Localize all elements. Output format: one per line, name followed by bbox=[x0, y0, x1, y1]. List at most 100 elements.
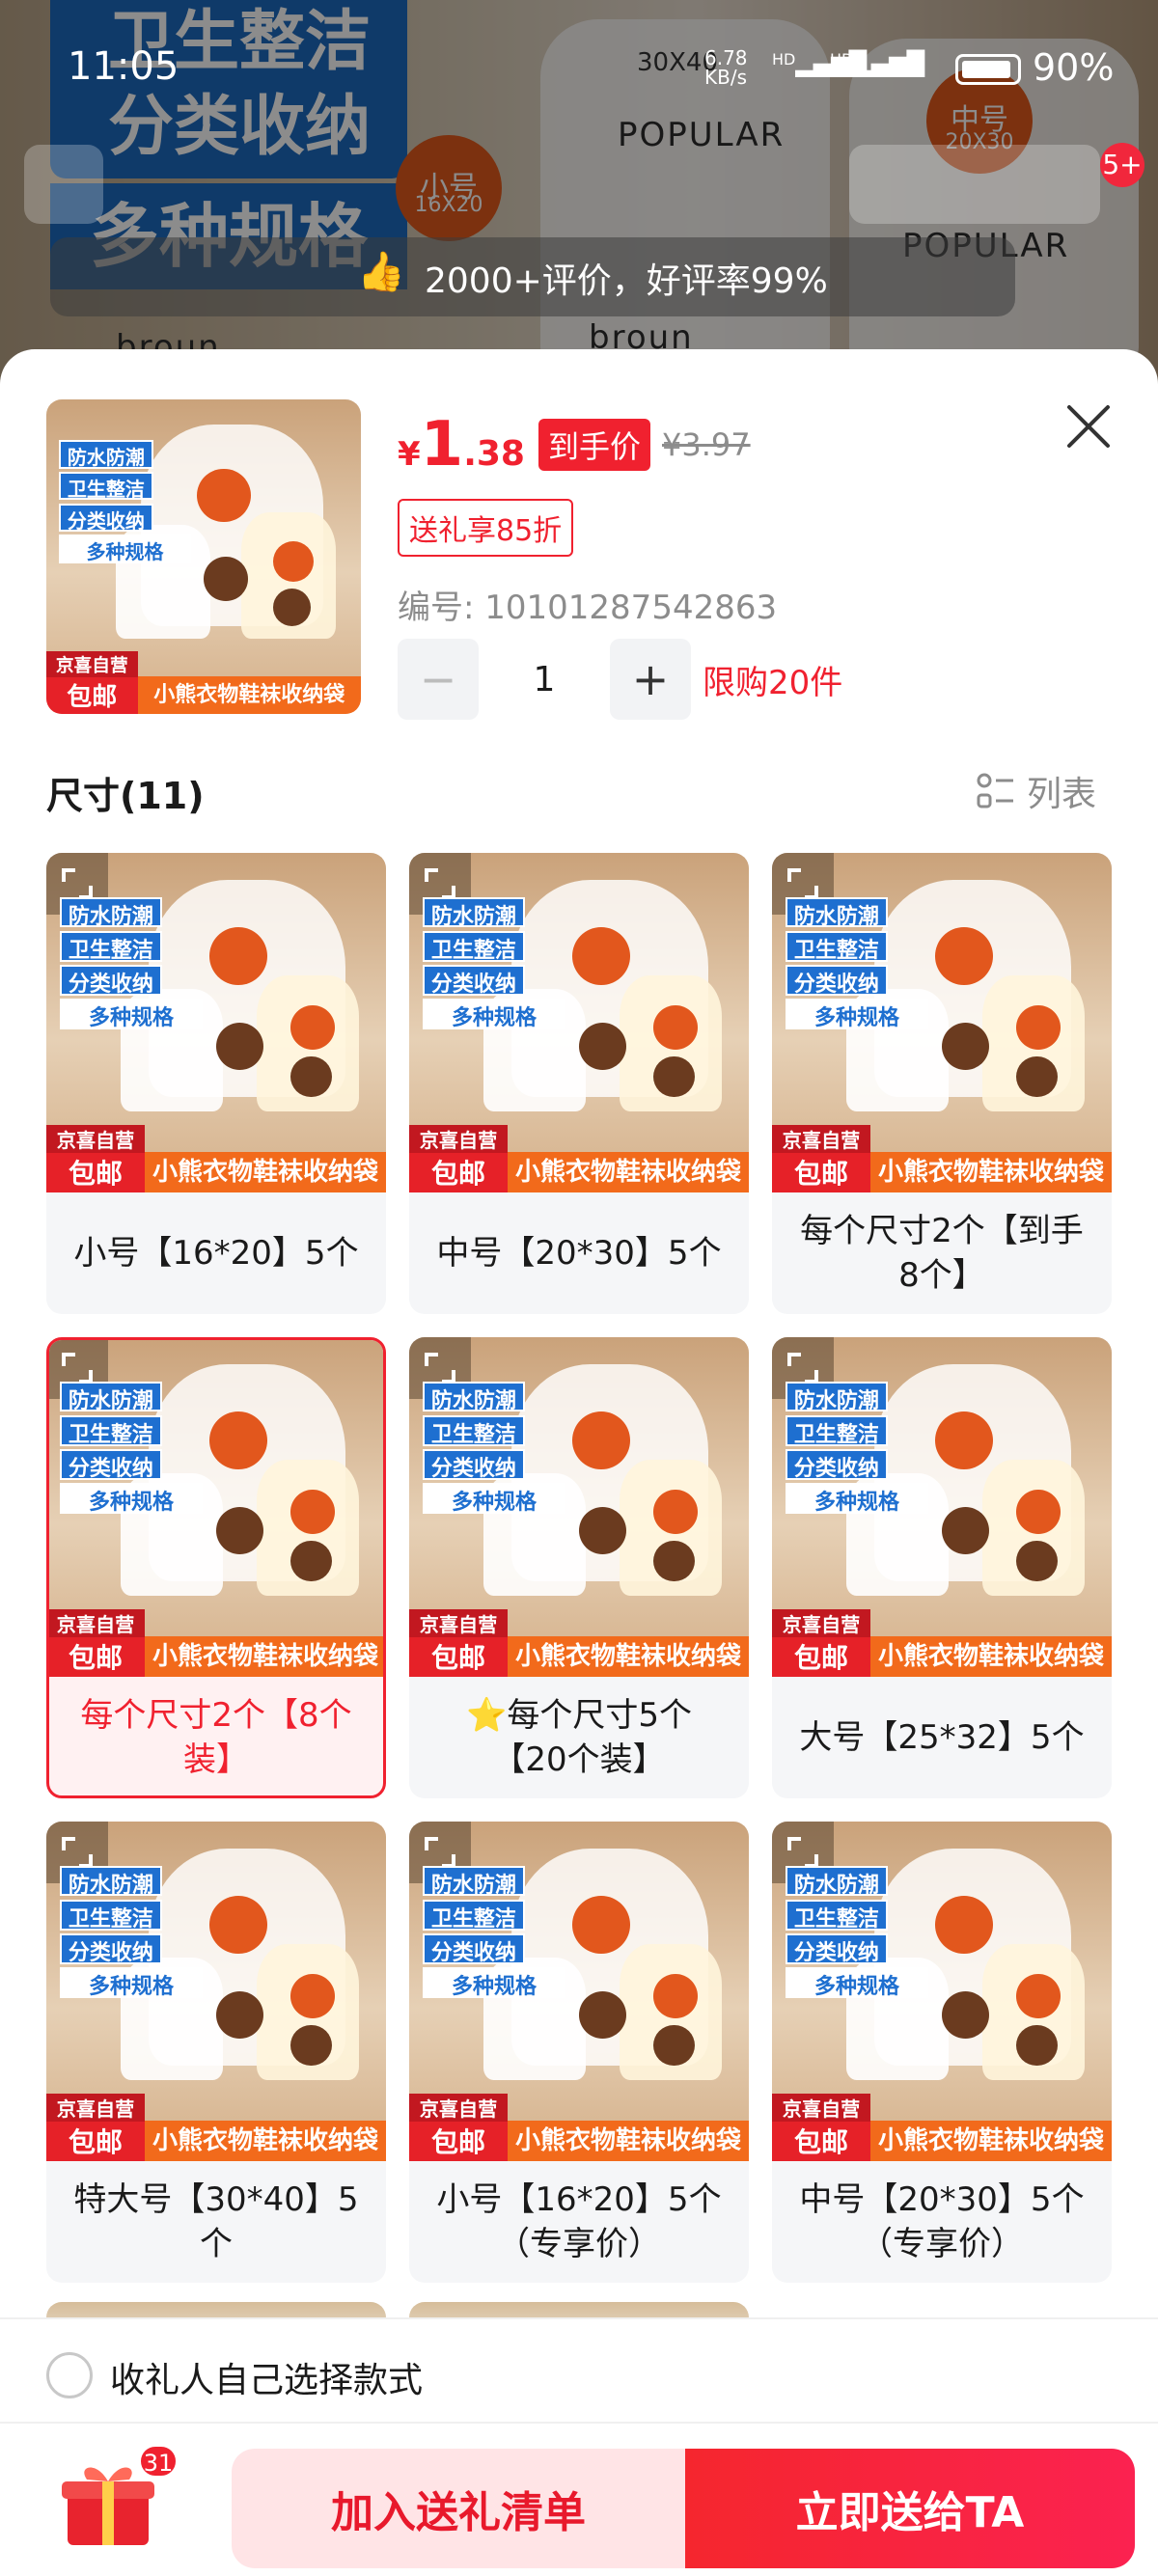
spec-option-image: 防水防潮 卫生整洁 分类收纳 多种规格 京喜自营 包邮 小熊衣物鞋袜收纳袋 bbox=[772, 1337, 1112, 1677]
spec-option-image: 防水防潮 卫生整洁 分类收纳 多种规格 京喜自营 包邮 小熊衣物鞋袜收纳袋 bbox=[46, 1822, 386, 2161]
size-badge bbox=[571, 927, 630, 986]
product-art: 防水防潮 卫生整洁 分类收纳 多种规格 京喜自营 包邮 小熊衣物鞋袜收纳袋 bbox=[49, 1340, 383, 1677]
tag-sizes: 多种规格 bbox=[423, 1967, 565, 1999]
product-thumbnail[interactable]: 防水防潮 卫生整洁 分类收纳 多种规格 京喜自营 包邮 小熊衣物鞋袜收纳袋 bbox=[46, 399, 361, 714]
tag-hygiene: 卫生整洁 bbox=[423, 1899, 525, 1932]
free-shipping-label: 包邮 bbox=[431, 1641, 486, 1674]
jd-label: 京喜自营 bbox=[46, 1124, 146, 1153]
tag-hygiene: 卫生整洁 bbox=[60, 1899, 162, 1932]
size-badge bbox=[934, 1896, 993, 1955]
currency-symbol: ¥ bbox=[398, 435, 421, 474]
spec-option-image: 防水防潮 卫生整洁 分类收纳 多种规格 京喜自营 包邮 小熊衣物鞋袜收纳袋 bbox=[49, 1340, 383, 1677]
free-shipping-label: 包邮 bbox=[67, 682, 118, 712]
tag-storage: 分类收纳 bbox=[60, 1933, 162, 1965]
product-art: 防水防潮 卫生整洁 分类收纳 多种规格 京喜自营 包邮 小熊衣物鞋袜收纳袋 bbox=[409, 1822, 749, 2161]
tag-hygiene: 卫生整洁 bbox=[60, 930, 162, 963]
spec-option-image: 防水防潮 卫生整洁 分类收纳 多种规格 京喜自营 包邮 小熊衣物鞋袜收纳袋 bbox=[772, 1822, 1112, 2161]
spec-option-card[interactable]: 防水防潮 卫生整洁 分类收纳 多种规格 京喜自营 包邮 小熊衣物鞋袜收纳袋 ⭐每个… bbox=[409, 1337, 749, 1798]
back-button bbox=[24, 145, 103, 224]
spec-option-image: 防水防潮 卫生整洁 分类收纳 多种规格 京喜自营 包邮 小熊衣物鞋袜收纳袋 bbox=[409, 1822, 749, 2161]
bear-icon bbox=[653, 1541, 695, 1582]
free-shipping-label: 包邮 bbox=[794, 2125, 849, 2158]
product-banner: 小熊衣物鞋袜收纳袋 bbox=[870, 1151, 1112, 1192]
spec-option-card[interactable]: 防水防潮 卫生整洁 分类收纳 多种规格 京喜自营 包邮 小熊衣物鞋袜收纳袋 小号【… bbox=[46, 853, 386, 1314]
jd-label: 京喜自营 bbox=[772, 2093, 871, 2122]
sku-number: 编号: 10101287542863 bbox=[398, 589, 778, 627]
bear-icon bbox=[272, 588, 311, 626]
spec-option-label: 每个尺寸2个【到手8个】 bbox=[800, 1212, 1084, 1295]
jd-label: 京喜自营 bbox=[46, 2093, 146, 2122]
tag-hygiene: 卫生整洁 bbox=[786, 1899, 888, 1932]
free-shipping-badge: 京喜自营 包邮 bbox=[46, 2093, 146, 2161]
tag-sizes: 多种规格 bbox=[60, 1483, 203, 1515]
price-row: ¥ 1 .38 到手价 ¥3.97 bbox=[398, 409, 751, 480]
tag-sizes: 多种规格 bbox=[60, 999, 203, 1030]
spec-option-label: 小号【16*20】5个（专享价） bbox=[436, 2180, 722, 2263]
tag-storage: 分类收纳 bbox=[786, 965, 888, 997]
size-badge bbox=[290, 1490, 336, 1535]
free-shipping-label: 包邮 bbox=[431, 1157, 486, 1190]
jd-label: 京喜自营 bbox=[772, 1124, 871, 1153]
tag-waterproof: 防水防潮 bbox=[423, 896, 525, 929]
spec-selection-sheet: 防水防潮 卫生整洁 分类收纳 多种规格 京喜自营 包邮 小熊衣物鞋袜收纳袋 ¥ 1… bbox=[0, 349, 1158, 2576]
free-shipping-label: 包邮 bbox=[794, 1157, 849, 1190]
spec-option-card[interactable]: 防水防潮 卫生整洁 分类收纳 多种规格 京喜自营 包邮 小熊衣物鞋袜收纳袋 每个尺… bbox=[46, 1337, 386, 1798]
receiver-choice-radio[interactable] bbox=[46, 2352, 93, 2398]
original-price: ¥3.97 bbox=[662, 426, 751, 463]
battery-icon bbox=[955, 54, 1021, 85]
quantity-value[interactable]: 1 bbox=[479, 660, 610, 699]
close-icon[interactable] bbox=[1062, 399, 1116, 453]
wifi-label: 6 bbox=[913, 62, 924, 80]
tag-hygiene: 卫生整洁 bbox=[786, 930, 888, 963]
gift-discount-tag: 送礼享85折 bbox=[398, 499, 574, 557]
product-banner: 小熊衣物鞋袜收纳袋 bbox=[870, 2120, 1112, 2161]
product-banner: 小熊衣物鞋袜收纳袋 bbox=[508, 2120, 749, 2161]
free-shipping-badge: 京喜自营 包邮 bbox=[409, 1608, 509, 1677]
tag-storage: 分类收纳 bbox=[786, 1933, 888, 1965]
product-banner: 小熊衣物鞋袜收纳袋 bbox=[870, 1635, 1112, 1677]
spec-option-card[interactable]: 防水防潮 卫生整洁 分类收纳 多种规格 京喜自营 包邮 小熊衣物鞋袜收纳袋 每个尺… bbox=[772, 853, 1112, 1314]
rating-text: 2000+评价，好评率99% bbox=[425, 261, 828, 301]
receiver-choice-row[interactable]: 收礼人自己选择款式 bbox=[0, 2317, 1158, 2422]
bear-icon bbox=[1016, 1541, 1058, 1582]
free-shipping-label: 包邮 bbox=[69, 1157, 124, 1190]
list-view-toggle[interactable]: 列表 bbox=[977, 766, 1096, 816]
free-shipping-badge: 京喜自营 包邮 bbox=[409, 2093, 509, 2161]
tag-hygiene: 卫生整洁 bbox=[59, 471, 153, 501]
receiver-choice-label: 收礼人自己选择款式 bbox=[110, 2361, 424, 2400]
spec-option-card[interactable]: 防水防潮 卫生整洁 分类收纳 多种规格 京喜自营 包邮 小熊衣物鞋袜收纳袋 特大号… bbox=[46, 1822, 386, 2283]
purchase-limit: 限购20件 bbox=[703, 663, 843, 702]
spec-option-card[interactable]: 防水防潮 卫生整洁 分类收纳 多种规格 京喜自营 包邮 小熊衣物鞋袜收纳袋 大号【… bbox=[772, 1337, 1112, 1798]
tag-storage: 分类收纳 bbox=[423, 965, 525, 997]
thumbs-up-icon: 👍 bbox=[357, 250, 405, 294]
send-gift-now-button[interactable]: 立即送给TA bbox=[685, 2449, 1135, 2568]
tag-sizes: 多种规格 bbox=[423, 999, 565, 1030]
spec-option-card[interactable]: 防水防潮 卫生整洁 分类收纳 多种规格 京喜自营 包邮 小熊衣物鞋袜收纳袋 中号【… bbox=[772, 1822, 1112, 2283]
size-badge bbox=[653, 1974, 699, 2019]
free-shipping-label: 包邮 bbox=[431, 2125, 486, 2158]
increase-button[interactable]: + bbox=[610, 639, 691, 720]
tag-waterproof: 防水防潮 bbox=[423, 1381, 525, 1413]
jd-label: 京喜自营 bbox=[772, 1608, 871, 1637]
bear-icon bbox=[290, 1056, 332, 1098]
spec-option-card[interactable]: 防水防潮 卫生整洁 分类收纳 多种规格 京喜自营 包邮 小熊衣物鞋袜收纳袋 小号【… bbox=[409, 1822, 749, 2283]
list-view-label: 列表 bbox=[1027, 775, 1097, 814]
tag-sizes: 多种规格 bbox=[786, 1967, 928, 1999]
spec-option-card[interactable]: 防水防潮 卫生整洁 分类收纳 多种规格 京喜自营 包邮 小熊衣物鞋袜收纳袋 中号【… bbox=[409, 853, 749, 1314]
free-shipping-badge: 京喜自营 包邮 bbox=[409, 1124, 509, 1192]
decrease-button[interactable]: − bbox=[398, 639, 479, 720]
free-shipping-badge: 京喜自营 包邮 bbox=[772, 1124, 871, 1192]
product-banner: 小熊衣物鞋袜收纳袋 bbox=[508, 1151, 749, 1192]
free-shipping-badge: 京喜自营 包邮 bbox=[772, 1608, 871, 1677]
free-shipping-label: 包邮 bbox=[794, 1641, 849, 1674]
product-banner: 小熊衣物鞋袜收纳袋 bbox=[145, 1635, 383, 1677]
size-badge bbox=[1016, 1974, 1062, 2019]
tag-storage: 分类收纳 bbox=[60, 965, 162, 997]
tag-hygiene: 卫生整洁 bbox=[60, 1414, 162, 1447]
add-to-gift-list-button[interactable]: 加入送礼清单 bbox=[232, 2449, 685, 2568]
size-badge bbox=[571, 1411, 630, 1470]
product-art: 防水防潮 卫生整洁 分类收纳 多种规格 京喜自营 包邮 小熊衣物鞋袜收纳袋 bbox=[409, 1337, 749, 1677]
product-thumbnail-art: 防水防潮 卫生整洁 分类收纳 多种规格 京喜自营 包邮 小熊衣物鞋袜收纳袋 bbox=[46, 399, 361, 714]
bear-icon bbox=[290, 1541, 332, 1582]
list-icon bbox=[977, 773, 1013, 808]
